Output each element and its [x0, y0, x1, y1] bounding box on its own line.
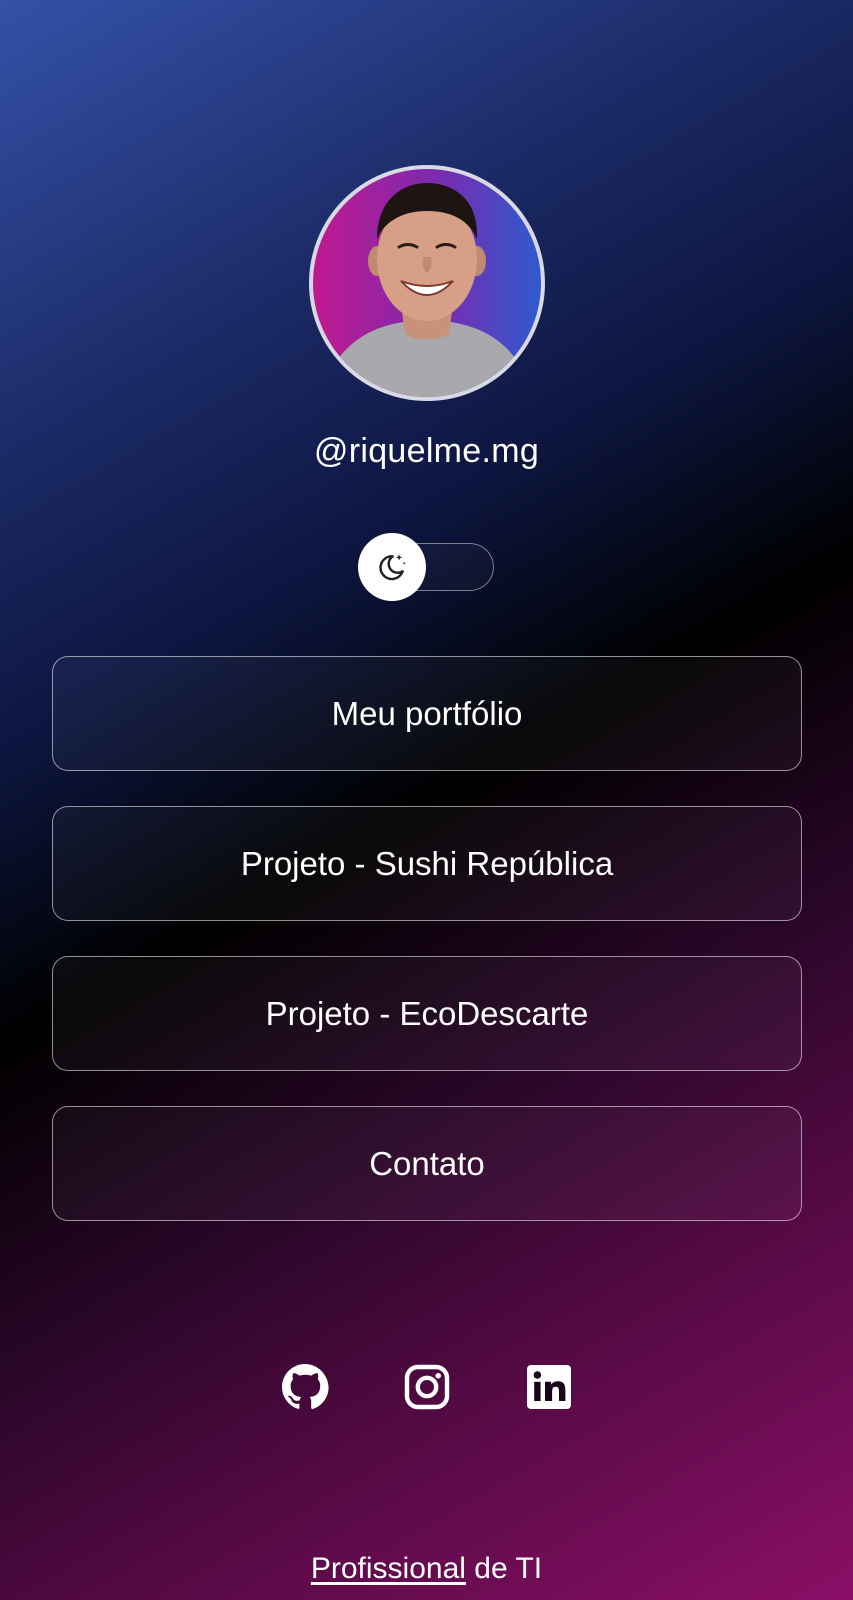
social-links [0, 1363, 853, 1411]
profile-handle: @riquelme.mg [313, 432, 540, 470]
profile-photo [323, 183, 531, 397]
toggle-knob[interactable] [358, 533, 426, 601]
theme-toggle[interactable] [358, 533, 496, 601]
footer: Profissional de TI [0, 1552, 853, 1586]
contact-link-button[interactable]: Contato [52, 1106, 802, 1221]
linkedin-icon[interactable] [525, 1363, 573, 1411]
portfolio-link-button[interactable]: Meu portfólio [52, 656, 802, 771]
footer-text: de TI [465, 1552, 543, 1585]
moon-stars-icon [379, 554, 406, 581]
footer-link[interactable]: Profissional [311, 1552, 466, 1585]
sushi-republica-link-button[interactable]: Projeto - Sushi República [52, 806, 802, 921]
link-list: Meu portfólio Projeto - Sushi República … [52, 656, 802, 1256]
github-icon[interactable] [281, 1363, 329, 1411]
instagram-icon[interactable] [403, 1363, 451, 1411]
avatar [309, 165, 545, 401]
ecodescarte-link-button[interactable]: Projeto - EcoDescarte [52, 956, 802, 1071]
link-tree-page: @riquelme.mg Meu portfólio Projeto - Sus… [0, 0, 853, 1600]
